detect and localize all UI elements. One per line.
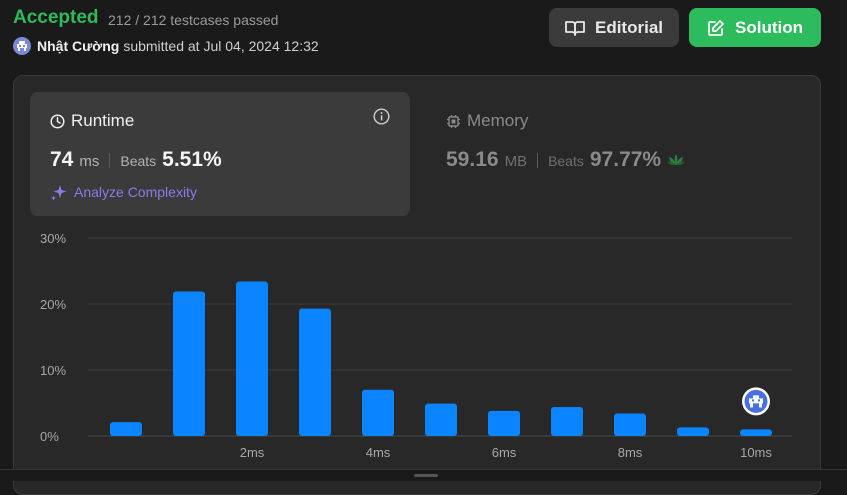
resize-handle[interactable] [414, 474, 438, 477]
distribution-bar[interactable] [110, 422, 142, 436]
marker-avatar-pixel [753, 395, 759, 399]
x-tick-label: 2ms [240, 445, 265, 460]
x-tick-label: 8ms [618, 445, 643, 460]
distribution-bar[interactable] [236, 281, 268, 436]
distribution-bar[interactable] [551, 406, 583, 436]
marker-avatar-pixel [759, 403, 762, 408]
y-tick-label: 30% [40, 231, 66, 246]
marker-avatar-pixel [749, 398, 763, 404]
marker-avatar-pixel [750, 403, 753, 408]
distribution-bar[interactable] [677, 427, 709, 436]
marker-avatar-eye [758, 399, 760, 402]
distribution-bar[interactable] [173, 291, 205, 436]
distribution-bar[interactable] [299, 308, 331, 436]
distribution-bar[interactable] [488, 410, 520, 436]
distribution-bar[interactable] [740, 429, 772, 436]
bottom-bar [0, 469, 847, 481]
runtime-distribution-chart: 30% 20% 10% 0% 2ms 4ms 6ms 8ms 10ms [40, 231, 792, 460]
y-tick-label: 0% [40, 429, 59, 444]
x-tick-label: 10ms [740, 445, 772, 460]
y-tick-label: 20% [40, 297, 66, 312]
distribution-bar[interactable] [362, 389, 394, 436]
distribution-bar[interactable] [425, 403, 457, 436]
marker-avatar-eye [752, 399, 754, 402]
distribution-bar[interactable] [614, 413, 646, 436]
current-submission-marker[interactable] [742, 387, 770, 416]
x-tick-label: 6ms [492, 445, 517, 460]
y-tick-label: 10% [40, 363, 66, 378]
x-tick-label: 4ms [366, 445, 391, 460]
